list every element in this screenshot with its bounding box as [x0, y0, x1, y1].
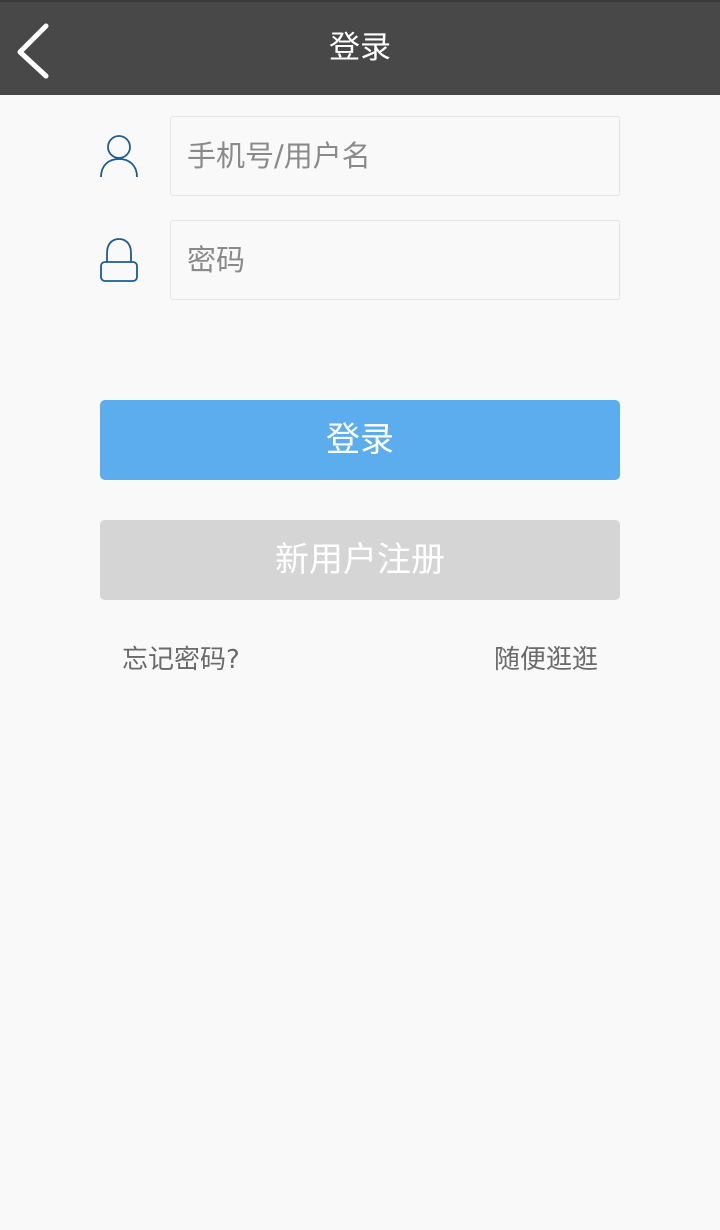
forgot-password-link[interactable]: 忘记密码?: [122, 640, 240, 680]
browse-link[interactable]: 随便逛逛: [494, 640, 598, 680]
page-title: 登录: [329, 30, 391, 66]
register-button[interactable]: 新用户注册: [100, 520, 620, 600]
user-icon: [100, 116, 140, 196]
username-input[interactable]: [170, 116, 620, 196]
login-button[interactable]: 登录: [100, 400, 620, 480]
password-input[interactable]: [170, 220, 620, 300]
app-header: 登录: [0, 0, 720, 95]
username-row: [100, 116, 620, 196]
lock-icon: [100, 220, 140, 300]
password-row: [100, 220, 620, 300]
